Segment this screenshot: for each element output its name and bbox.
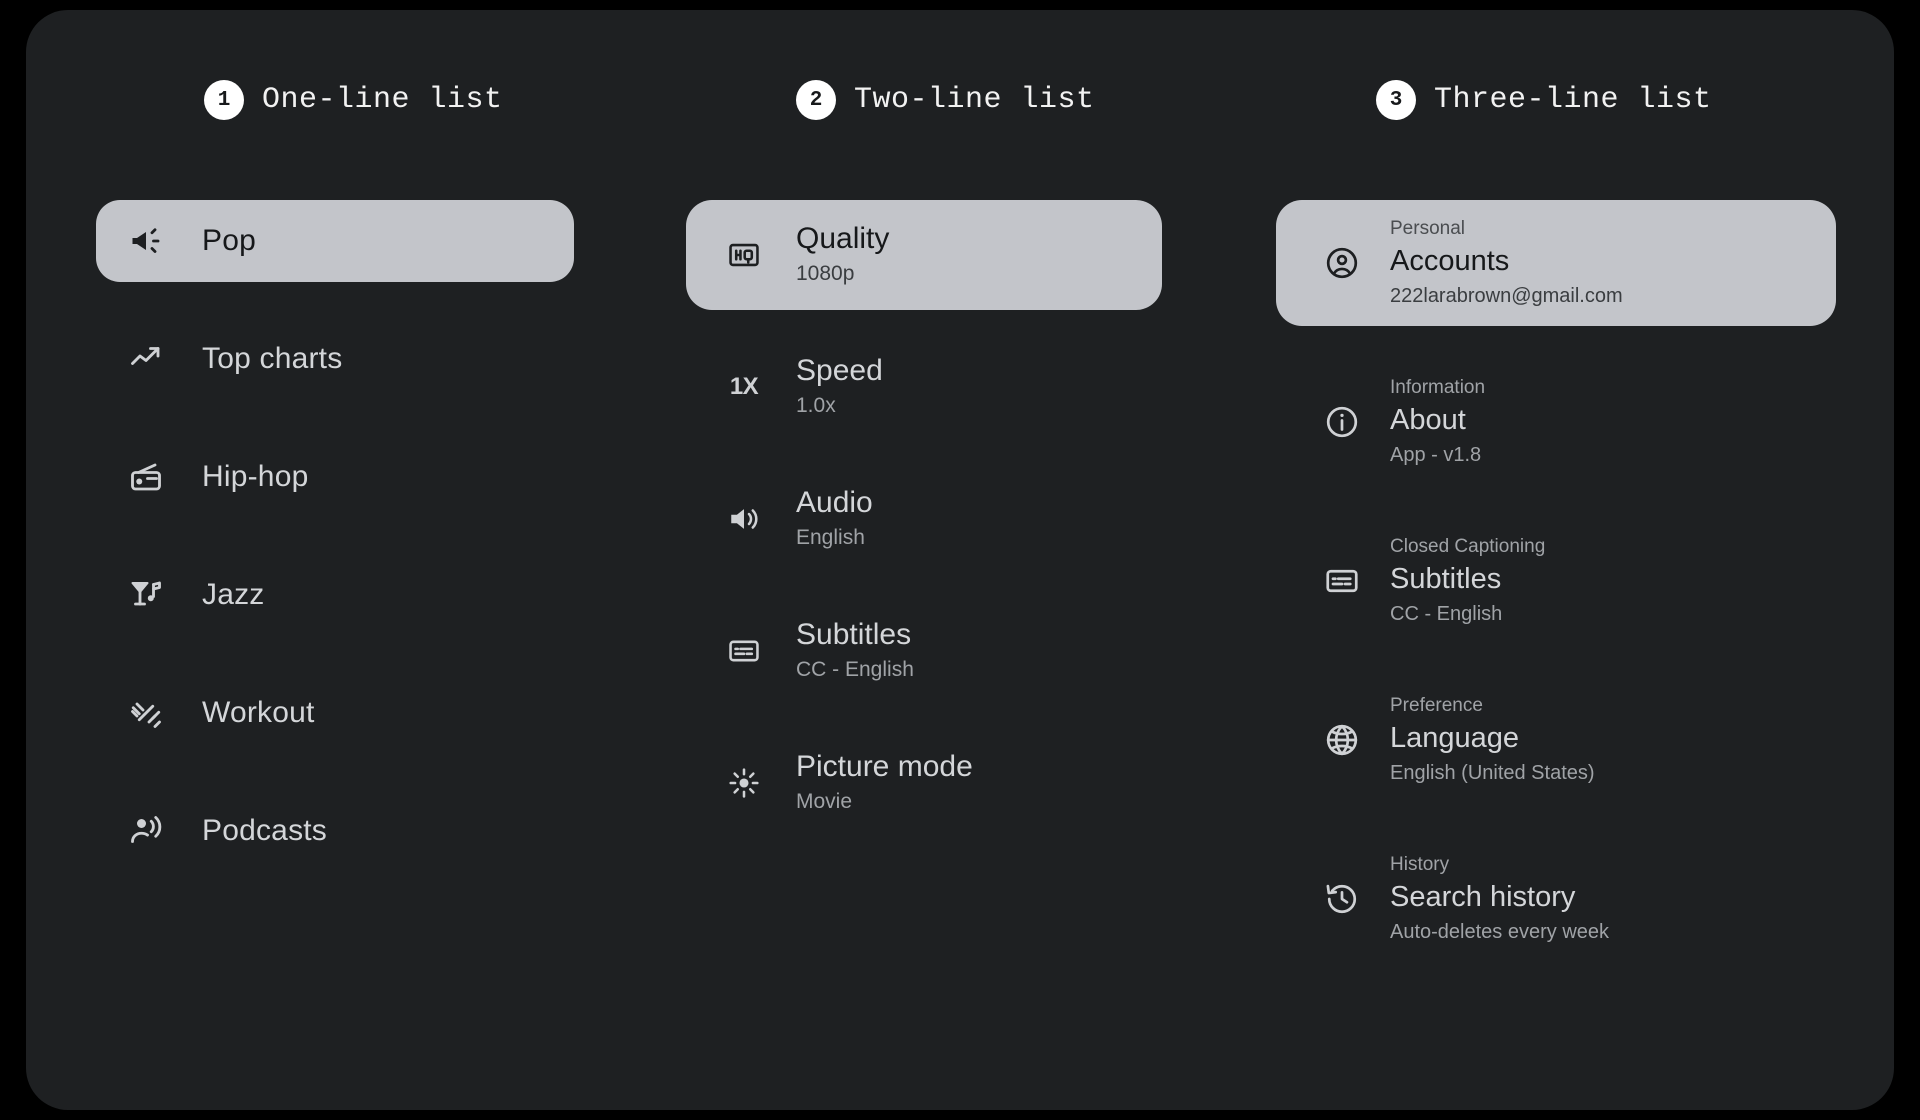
- list-item-subtitle: English (United States): [1390, 762, 1595, 785]
- column-title: One-line list: [262, 83, 503, 117]
- column-one-line-list: 1 One-line list Pop Top charts Hip-hop J…: [86, 10, 706, 1110]
- list-item-subtitle: 222larabrown@gmail.com: [1390, 285, 1623, 308]
- globe-icon: [1324, 722, 1360, 758]
- list-item-title: Quality: [796, 221, 890, 255]
- list-item-title: Speed: [796, 353, 883, 387]
- list-item-title: Search history: [1390, 881, 1576, 914]
- campaign-icon: [128, 223, 164, 259]
- list-item-title: Language: [1390, 722, 1520, 755]
- list-item-subtitle: Movie: [796, 789, 853, 813]
- columns-container: 1 One-line list Pop Top charts Hip-hop J…: [26, 10, 1894, 1110]
- column-title: Three-line list: [1434, 83, 1712, 117]
- list-item-title: Pop: [202, 224, 256, 257]
- design-canvas: 1 One-line list Pop Top charts Hip-hop J…: [26, 10, 1894, 1110]
- list-item-overline: History: [1390, 853, 1450, 875]
- list-item-overline: Closed Captioning: [1390, 535, 1546, 557]
- three-line-list: Personal Accounts 222larabrown@gmail.com: [1276, 200, 1896, 995]
- list-item-top-charts[interactable]: Top charts: [86, 318, 706, 400]
- list-item-title: Podcasts: [202, 814, 327, 847]
- list-item-title: Accounts: [1390, 245, 1510, 278]
- list-item-text: Hip-hop: [202, 460, 308, 494]
- two-line-list: Quality 1080p 1X Speed 1.0x Audio Englis…: [686, 200, 1306, 860]
- list-item-overline: Information: [1390, 376, 1486, 398]
- list-item-text: Personal Accounts 222larabrown@gmail.com: [1390, 215, 1623, 311]
- list-item-title: Subtitles: [1390, 563, 1502, 596]
- column-number-badge: 1: [204, 80, 244, 120]
- list-item-text: Information About App - v1.8: [1390, 374, 1485, 470]
- list-item-overline: Preference: [1390, 694, 1483, 716]
- column-two-line-list: 2 Two-line list Quality 1080p 1X Speed 1…: [686, 10, 1306, 1110]
- list-item-workout[interactable]: Workout: [86, 672, 706, 754]
- list-item-subtitles[interactable]: Closed Captioning Subtitles CC - English: [1276, 518, 1896, 644]
- closed-caption-icon: [1324, 563, 1360, 599]
- list-item-subtitle: 1080p: [796, 261, 855, 285]
- column-header-3: 3 Three-line list: [1376, 80, 1712, 120]
- list-item-about[interactable]: Information About App - v1.8: [1276, 359, 1896, 485]
- account-circle-icon: [1324, 245, 1360, 281]
- list-item-subtitle: App - v1.8: [1390, 444, 1482, 467]
- list-item-pop[interactable]: Pop: [96, 200, 574, 282]
- list-item-speed[interactable]: 1X Speed 1.0x: [686, 332, 1306, 442]
- volume-up-icon: [726, 501, 762, 537]
- radio-icon: [128, 459, 164, 495]
- one-line-list: Pop Top charts Hip-hop Jazz Workout Podc…: [86, 200, 706, 908]
- list-item-text: Preference Language English (United Stat…: [1390, 692, 1595, 788]
- list-item-text: Subtitles CC - English: [796, 617, 914, 686]
- brightness-icon: [726, 765, 762, 801]
- list-item-text: History Search history Auto-deletes ever…: [1390, 851, 1609, 947]
- list-item-title: Hip-hop: [202, 460, 309, 493]
- list-item-title: Audio: [796, 485, 873, 519]
- list-item-overline: Personal: [1390, 217, 1465, 239]
- podcasts-icon: [128, 813, 164, 849]
- speed-1x-glyph: 1X: [729, 373, 759, 400]
- list-item-quality[interactable]: Quality 1080p: [686, 200, 1162, 310]
- column-title: Two-line list: [854, 83, 1095, 117]
- nightlife-icon: [128, 577, 164, 613]
- column-number-badge: 2: [796, 80, 836, 120]
- list-item-title: About: [1390, 404, 1466, 437]
- list-item-subtitle: English: [796, 525, 865, 549]
- list-item-text: Top charts: [202, 342, 342, 376]
- list-item-text: Podcasts: [202, 814, 327, 848]
- column-number-badge: 3: [1376, 80, 1416, 120]
- list-item-jazz[interactable]: Jazz: [86, 554, 706, 636]
- list-item-subtitle: 1.0x: [796, 393, 836, 417]
- list-item-text: Workout: [202, 696, 315, 730]
- history-icon: [1324, 881, 1360, 917]
- speed-1x-icon: 1X: [726, 369, 762, 405]
- list-item-audio[interactable]: Audio English: [686, 464, 1306, 574]
- dumbbell-icon: [128, 695, 164, 731]
- column-header-2: 2 Two-line list: [796, 80, 1095, 120]
- hq-icon: [726, 237, 762, 273]
- list-item-accounts[interactable]: Personal Accounts 222larabrown@gmail.com: [1276, 200, 1836, 326]
- list-item-subtitle: CC - English: [1390, 603, 1503, 626]
- list-item-text: Pop: [202, 224, 256, 258]
- list-item-search-history[interactable]: History Search history Auto-deletes ever…: [1276, 836, 1896, 962]
- list-item-text: Quality 1080p: [796, 221, 889, 290]
- list-item-language[interactable]: Preference Language English (United Stat…: [1276, 677, 1896, 803]
- list-item-title: Picture mode: [796, 749, 973, 783]
- list-item-text: Closed Captioning Subtitles CC - English: [1390, 533, 1545, 629]
- list-item-picture-mode[interactable]: Picture mode Movie: [686, 728, 1306, 838]
- column-header-1: 1 One-line list: [204, 80, 503, 120]
- list-item-subtitle: CC - English: [796, 657, 914, 681]
- closed-caption-icon: [726, 633, 762, 669]
- list-item-title: Subtitles: [796, 617, 912, 651]
- list-item-title: Jazz: [202, 578, 265, 611]
- list-item-subtitle: Auto-deletes every week: [1390, 921, 1610, 944]
- list-item-text: Speed 1.0x: [796, 353, 883, 422]
- list-item-podcasts[interactable]: Podcasts: [86, 790, 706, 872]
- list-item-title: Top charts: [202, 342, 343, 375]
- list-item-text: Picture mode Movie: [796, 749, 973, 818]
- trending-up-icon: [128, 341, 164, 377]
- list-item-title: Workout: [202, 696, 315, 729]
- column-three-line-list: 3 Three-line list Personal Accounts 222l…: [1276, 10, 1896, 1110]
- list-item-text: Audio English: [796, 485, 873, 554]
- info-icon: [1324, 404, 1360, 440]
- list-item-hip-hop[interactable]: Hip-hop: [86, 436, 706, 518]
- list-item-subtitles[interactable]: Subtitles CC - English: [686, 596, 1306, 706]
- list-item-text: Jazz: [202, 578, 265, 612]
